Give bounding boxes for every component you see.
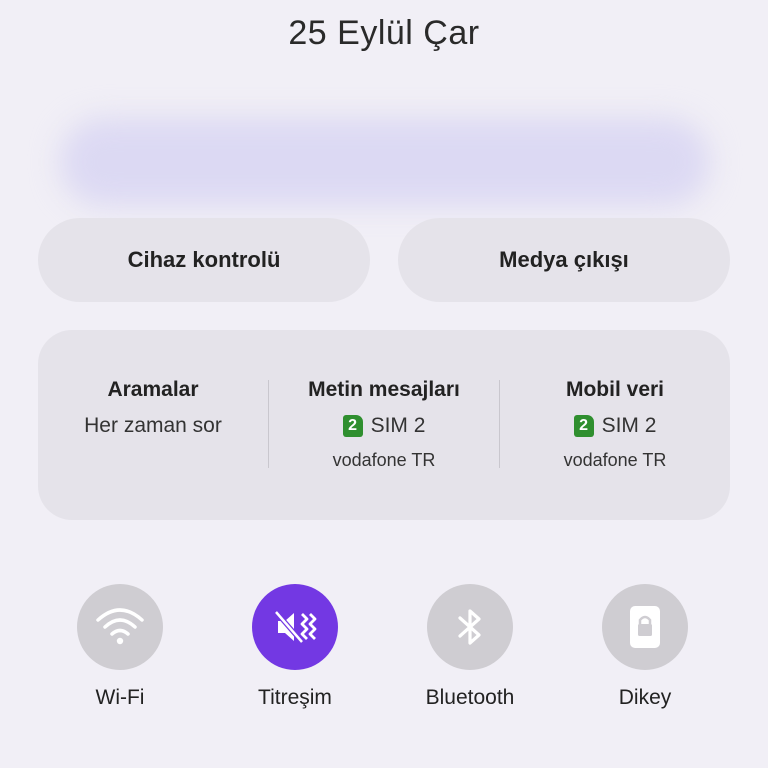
bluetooth-icon [458,609,481,645]
sim-calls-section[interactable]: Aramalar Her zaman sor [38,330,268,520]
messages-title: Metin mesajları [308,378,460,401]
device-control-label: Cihaz kontrolü [127,247,281,272]
mobile-data-carrier: vodafone TR [563,450,667,470]
calls-value: Her zaman sor [84,414,222,437]
sim-messages-section[interactable]: Metin mesajları 2 SIM 2 vodafone TR [269,330,499,520]
bluetooth-label: Bluetooth [425,686,515,709]
sim-2-icon: 2 [342,415,363,437]
portrait-lock-icon [630,606,660,648]
vibrate-label: Titreşim [258,686,332,709]
date-header: 25 Eylül Çar [288,14,480,52]
mobile-data-sim: 2 SIM 2 [500,414,730,438]
device-control-button[interactable]: Cihaz kontrolü [38,218,370,302]
portrait-toggle[interactable] [602,584,688,670]
mobile-data-title: Mobil veri [565,378,665,401]
calls-title: Aramalar [107,378,199,401]
bluetooth-toggle[interactable] [427,584,513,670]
vibrate-tile[interactable]: Titreşim [225,584,365,710]
messages-sim: 2 SIM 2 [269,414,499,438]
vibrate-icon [274,610,317,644]
sim-manager-panel[interactable]: Aramalar Her zaman sor Metin mesajları 2… [38,330,730,520]
wifi-tile[interactable]: Wi-Fi [50,584,190,710]
wifi-label: Wi-Fi [95,686,145,709]
sim-2-icon: 2 [573,415,594,437]
wifi-toggle[interactable] [77,584,163,670]
media-output-label: Medya çıkışı [499,247,629,272]
mobile-data-sim-label: SIM 2 [601,414,657,437]
messages-sim-label: SIM 2 [370,414,426,437]
blurred-media-bar [60,118,710,206]
wifi-icon [96,608,144,645]
messages-carrier: vodafone TR [332,450,436,470]
portrait-label: Dikey [618,686,672,709]
vibrate-toggle[interactable] [252,584,338,670]
sim-mobile-data-section[interactable]: Mobil veri 2 SIM 2 vodafone TR [500,330,730,520]
portrait-tile[interactable]: Dikey [575,584,715,710]
bluetooth-tile[interactable]: Bluetooth [400,584,540,710]
media-output-button[interactable]: Medya çıkışı [398,218,730,302]
